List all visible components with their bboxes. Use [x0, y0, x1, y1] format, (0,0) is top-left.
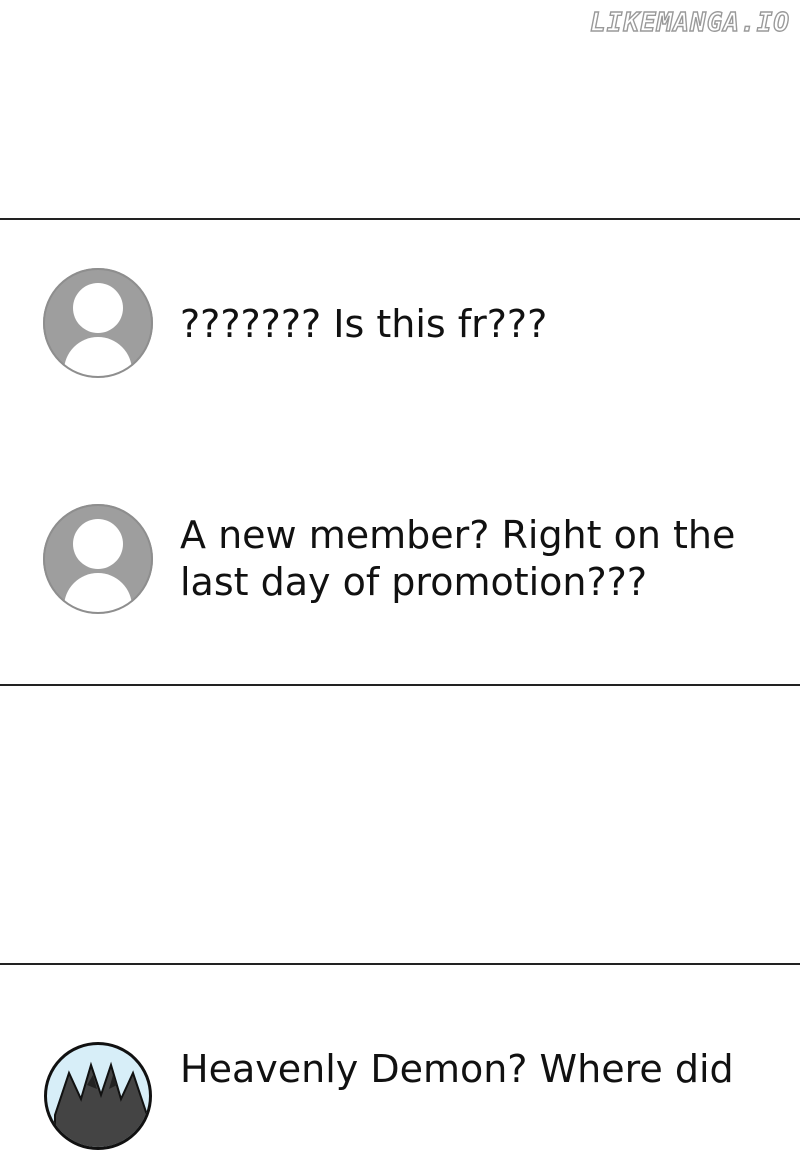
heavenly-demon-avatar-icon [44, 1042, 152, 1150]
comment-text: A new member? Right on the last day of p… [180, 513, 736, 604]
avatar-shoulders [64, 573, 132, 614]
divider-middle [0, 684, 800, 686]
divider-top [0, 218, 800, 220]
default-user-avatar-icon [43, 504, 153, 614]
site-watermark: LIKEMANGA.IO [589, 7, 790, 38]
avatar-head [73, 519, 123, 569]
demon-hair-icon [54, 1061, 148, 1147]
avatar-head [73, 283, 123, 333]
default-user-avatar-icon [43, 268, 153, 378]
divider-bottom [0, 963, 800, 965]
comment-text: Heavenly Demon? Where did [180, 1047, 734, 1091]
avatar-shoulders [64, 337, 132, 378]
comment-text: ??????? Is this fr??? [180, 302, 548, 346]
